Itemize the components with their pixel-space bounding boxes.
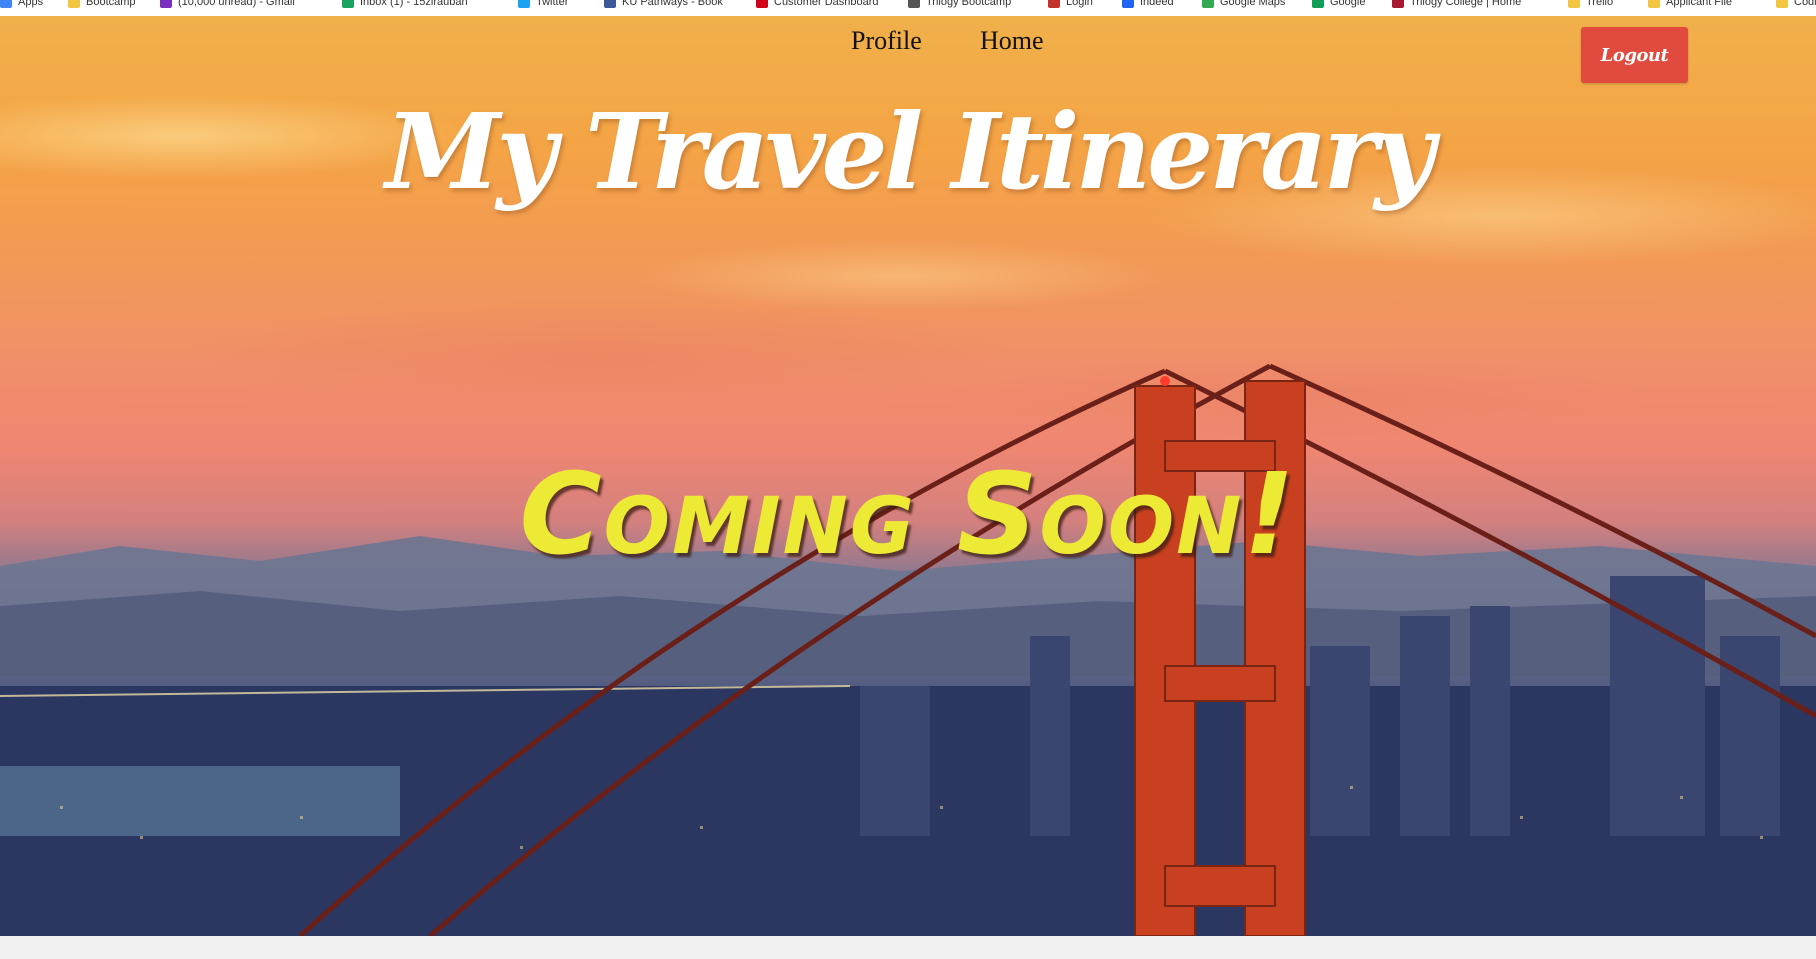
bookmark-label: Trilogy Bootcamp (926, 0, 1012, 8)
bookmark-label: Coding (1794, 0, 1816, 8)
bookmark-label: Applicant File (1666, 0, 1733, 8)
bookmark-icon (160, 0, 172, 8)
bookmark-item[interactable]: Trilogy College | Home (1392, 0, 1521, 10)
bookmark-icon (908, 0, 920, 8)
bookmark-icon (1312, 0, 1324, 8)
bookmark-label: Google Maps (1220, 0, 1286, 8)
bookmark-item[interactable]: (10,000 unread) - Gmail (160, 0, 295, 10)
bookmark-label: Indeed (1140, 0, 1174, 8)
nav-profile-link[interactable]: Profile (851, 26, 922, 56)
bookmark-label: Customer Dashboard (774, 0, 879, 8)
bookmark-item[interactable]: Bootcamp (68, 0, 136, 10)
bookmark-item[interactable]: Twitter (518, 0, 568, 10)
bookmark-icon (1122, 0, 1134, 8)
bookmark-item[interactable]: Applicant File (1648, 0, 1732, 10)
bookmark-icon (756, 0, 768, 8)
bookmarks-bar: Apps Bootcamp (10,000 unread) - Gmail Inbox… (0, 0, 1816, 16)
bookmark-label: KU Pathways - Book (622, 0, 723, 8)
bookmark-label: Twitter (536, 0, 569, 8)
coming-soon-banner: Coming Soon! (519, 450, 1297, 580)
bookmark-icon (604, 0, 616, 8)
bookmark-label: Trello (1586, 0, 1614, 8)
bookmark-label: Trilogy College | Home (1410, 0, 1522, 8)
bookmark-icon (68, 0, 80, 8)
bookmark-label: Login (1066, 0, 1093, 8)
bookmark-item[interactable]: Google (1312, 0, 1365, 10)
bookmark-item[interactable]: Trilogy Bootcamp (908, 0, 1011, 10)
bookmark-icon (0, 0, 12, 8)
bookmark-icon (1202, 0, 1214, 8)
bookmark-icon (1048, 0, 1060, 8)
bookmark-item[interactable]: Login (1048, 0, 1093, 10)
top-navigation: Profile Home (0, 26, 1816, 66)
bookmark-label: Bootcamp (86, 0, 136, 8)
bookmark-item[interactable]: Customer Dashboard (756, 0, 879, 10)
bookmark-label: (10,000 unread) - Gmail (178, 0, 295, 8)
bookmark-icon (1392, 0, 1404, 8)
bookmark-item[interactable]: Google Maps (1202, 0, 1285, 10)
bookmark-icon (1776, 0, 1788, 8)
nav-home-link[interactable]: Home (980, 26, 1044, 56)
bookmark-label: Inbox (1) - 15zirauban (360, 0, 468, 8)
bookmark-label: Google (1330, 0, 1366, 8)
bookmark-item[interactable]: Trello (1568, 0, 1613, 10)
bookmark-item[interactable]: Inbox (1) - 15zirauban (342, 0, 468, 10)
bookmark-icon (342, 0, 354, 8)
bookmark-item[interactable]: KU Pathways - Book (604, 0, 723, 10)
bookmark-icon (518, 0, 530, 8)
bookmark-label: Apps (18, 0, 44, 8)
bookmark-icon (1568, 0, 1580, 8)
page-title: My Travel Itinerary (385, 90, 1434, 213)
logout-button[interactable]: Logout (1581, 27, 1688, 83)
bookmark-item[interactable]: Coding (1776, 0, 1816, 10)
bookmark-item[interactable]: Apps (0, 0, 43, 10)
bookmark-icon (1648, 0, 1660, 8)
bookmark-item[interactable]: Indeed (1122, 0, 1174, 10)
footer-strip (0, 936, 1816, 959)
